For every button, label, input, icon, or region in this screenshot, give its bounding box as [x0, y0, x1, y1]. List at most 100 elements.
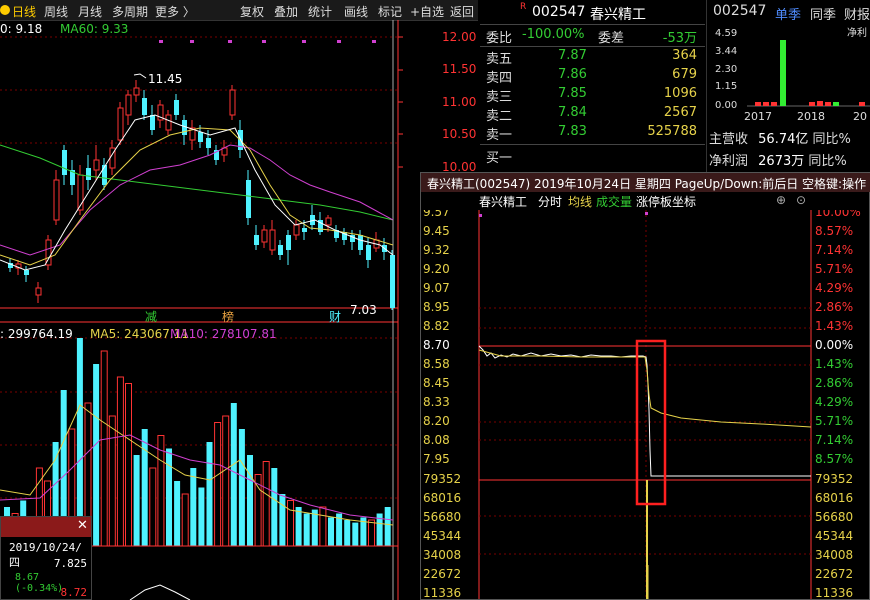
close-icon[interactable]: ✕: [77, 518, 88, 533]
chart-toolbar: 日线 周线 月线 多周期 更多 〉 复权 叠加 统计 画线 标记 +自选 返回: [0, 0, 478, 21]
tab-daily[interactable]: 日线: [12, 3, 36, 20]
vol-tick: 11336: [423, 586, 461, 599]
candle-body: [53, 179, 60, 221]
left-price-tick: 8.20: [423, 414, 450, 428]
vol-tick: 79352: [423, 472, 461, 486]
right-pct-tick: 1.43%: [815, 319, 853, 333]
tab-single-quarter[interactable]: 单季: [775, 4, 801, 23]
tab-stock-name[interactable]: 春兴精工: [479, 193, 527, 210]
finance-bar-chart: 4.59 3.44 2.30 1.15 0.00 2017 2018 20 净利: [715, 26, 870, 123]
volume-bar: [303, 513, 310, 546]
vol-right-ticks: 79352 68016 56680 45344 34008 22672 1133…: [815, 472, 853, 599]
volume-bar: [190, 468, 197, 546]
candle-body: [229, 89, 236, 116]
kline-grid: [0, 36, 398, 499]
popup-price: 7.825: [53, 557, 87, 570]
volume-bar: [328, 517, 334, 546]
adjust-button[interactable]: 复权: [240, 3, 264, 20]
candle-body: [390, 255, 395, 308]
back-button[interactable]: 返回: [450, 3, 474, 20]
intraday-window[interactable]: 春兴精工(002547) 2019年10月24日 星期四 PageUp/Down…: [420, 172, 870, 600]
stock-code: 002547: [532, 4, 586, 20]
price-ticks: 12.00 11.50 11.00 10.50 10.00: [442, 30, 476, 174]
order-book-panel: R 002547 春兴精工 委比 -100.00% 委差 -53万 卖五 7.8…: [480, 0, 705, 172]
volume-bar: [149, 467, 157, 547]
left-price-tick: 9.07: [423, 281, 450, 295]
tab-limit-axis[interactable]: 涨停板坐标: [636, 193, 696, 210]
ask-row[interactable]: 卖四 7.86 679: [480, 67, 705, 86]
settings-icon[interactable]: ⊕: [776, 193, 786, 207]
fin-x-label: 20: [853, 110, 867, 123]
vol-tick: 56680: [815, 510, 853, 524]
indicator-line: [129, 584, 191, 600]
crosshair-info-popup: ✕ 2019/10/24/四 7.825 8.67 (-0.34%) 8.72: [0, 516, 92, 600]
divider: [480, 46, 705, 47]
event-dot: [645, 212, 648, 215]
left-price-tick: 9.57: [423, 210, 450, 219]
vol-tick: 68016: [815, 491, 853, 505]
tab-more[interactable]: 更多 〉: [155, 3, 195, 20]
candlesticks: [8, 80, 395, 310]
left-price-tick: 8.70: [423, 338, 450, 352]
candle-body: [35, 287, 42, 296]
price-tick: 11.00: [442, 95, 476, 109]
volume-bar: [262, 461, 270, 547]
vol-tick: 34008: [423, 548, 461, 562]
tab-multi-period[interactable]: 多周期: [112, 3, 148, 20]
candle-body: [293, 224, 300, 236]
marker-reduce[interactable]: 减: [145, 310, 157, 324]
ask-volume: 679: [672, 67, 697, 82]
tab-weekly[interactable]: 周线: [44, 3, 68, 20]
weicha-label: 委差: [598, 31, 625, 46]
vol-ma10-legend: MA10: 278107.81: [170, 327, 277, 341]
fin-row: 净利润 2673万 同比%: [709, 150, 870, 169]
vol-left-ticks: 79352 68016 56680 45344 34008 22672 1133…: [423, 472, 461, 599]
marker-finance[interactable]: 财: [329, 310, 341, 324]
kline-chart[interactable]: 0: 9.18 MA60: 9.33 12.00 11.50 11.00 10.…: [0, 20, 478, 600]
mark-button[interactable]: 标记: [378, 3, 402, 20]
left-price-tick: 9.45: [423, 224, 450, 238]
draw-button[interactable]: 画线: [344, 3, 368, 20]
ask-price: 7.83: [558, 124, 587, 139]
overlay-button[interactable]: 叠加: [274, 3, 298, 20]
dropdown-icon[interactable]: ⊙: [796, 193, 806, 207]
add-watchlist-button[interactable]: +自选: [410, 3, 444, 20]
tab-report[interactable]: 财报: [844, 4, 870, 23]
right-pct-tick: 8.57%: [815, 224, 853, 238]
tab-timeshare[interactable]: 分时: [538, 193, 562, 210]
ask-price: 7.86: [558, 67, 587, 82]
tab-same-quarter[interactable]: 同季: [810, 4, 836, 23]
ask-price: 7.87: [558, 48, 587, 63]
weicha-value: -53万: [662, 31, 697, 46]
marker-ranking[interactable]: 榜: [222, 309, 234, 324]
fin-side-label: 净利: [847, 26, 867, 39]
tab-avg-line[interactable]: 均线: [568, 193, 592, 210]
bid-row[interactable]: 买一: [480, 147, 705, 166]
volume-bars: [4, 338, 391, 547]
candle-body: [325, 217, 332, 226]
ask-row[interactable]: 卖三 7.85 1096: [480, 86, 705, 105]
left-price-tick: 8.33: [423, 395, 450, 409]
left-price-tick: 8.95: [423, 300, 450, 314]
tab-monthly[interactable]: 月线: [78, 3, 102, 20]
ask-row[interactable]: 卖五 7.87 364: [480, 48, 705, 67]
fin-bar: [825, 102, 831, 106]
candle-body: [261, 229, 268, 243]
intraday-grid: [479, 307, 811, 441]
right-pct-tick: 5.71%: [815, 262, 853, 276]
stats-button[interactable]: 统计: [308, 3, 332, 20]
fin-bar: [771, 102, 777, 106]
ask-row[interactable]: 卖二 7.84 2567: [480, 105, 705, 124]
left-price-tick: 8.58: [423, 357, 450, 371]
ask-row[interactable]: 卖一 7.83 525788: [480, 124, 705, 143]
candle-body: [278, 245, 283, 255]
price-tick: 10.50: [442, 127, 476, 141]
high-label: 11.45: [148, 72, 182, 86]
intraday-titlebar[interactable]: 春兴精工(002547) 2019年10月24日 星期四 PageUp/Down…: [421, 173, 870, 192]
ma-legend-left: 0: 9.18: [0, 22, 42, 36]
price-tick: 12.00: [442, 30, 476, 44]
intraday-chart: 9.57 9.45 9.32 9.20 9.07 8.95 8.82 8.70 …: [423, 210, 861, 599]
tab-volume[interactable]: 成交量: [596, 193, 632, 210]
bid-label: 买一: [486, 151, 513, 166]
vol-tick: 11336: [815, 586, 853, 599]
